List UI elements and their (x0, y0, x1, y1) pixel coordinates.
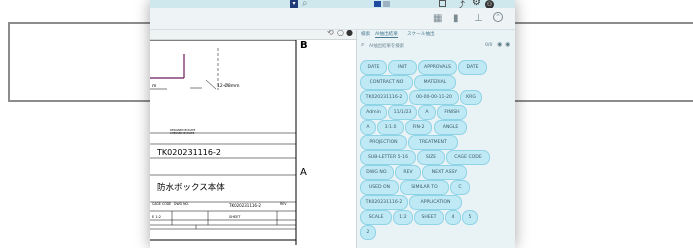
checked-by-label: CHECKED BY/DATE (170, 132, 195, 135)
extracted-chip[interactable]: REV (395, 165, 421, 180)
extracted-chip[interactable]: A (360, 120, 376, 135)
extracted-chip[interactable]: 11/1/23 (388, 105, 417, 120)
extracted-chip[interactable]: SUB-LETTER 5-16 (360, 150, 416, 165)
extracted-chip[interactable]: USED ON (360, 180, 399, 195)
extracted-chip[interactable]: A (418, 105, 436, 120)
drawing-sheet (150, 40, 297, 245)
extracted-chip[interactable]: SIMILAR TO (400, 180, 449, 195)
search-bar: ⌕ AI抽出結果を検索 0/0 ◉ ◉ (361, 41, 511, 51)
extracted-chip[interactable]: APPROVALS (418, 60, 457, 75)
secondary-toolbar: ▦ ▮ ⊥ ⌃ (150, 8, 515, 30)
extracted-chip[interactable]: NEXT ASSY (422, 165, 467, 180)
trash-icon[interactable]: ▮ (453, 13, 459, 25)
view-toggle-inactive[interactable] (383, 1, 390, 7)
result-count: 0/0 (485, 43, 493, 48)
viewer-header: ⟲ ○ ● (150, 30, 356, 40)
extracted-chip[interactable]: SIZE (417, 150, 445, 165)
view-toggle-active[interactable] (374, 1, 381, 7)
extracted-chip[interactable]: 00-00-00-11-20 (409, 90, 459, 105)
extracted-chip-list: DATE INIT APPROVALS DATE CONTRACT NO MATERIAL… (357, 56, 515, 248)
part-number-text: TK020231116-2 (157, 148, 221, 157)
scale-value: E 1:2 (152, 215, 161, 219)
record-icon[interactable]: ● (346, 30, 353, 37)
extracted-chip[interactable]: Admin (360, 105, 387, 120)
extracted-chip[interactable]: 3:1.0 (377, 120, 404, 135)
drawing-viewer[interactable]: ⟲ ○ ● B A m 12-Ø8mm DESIGNED BY/DATE CHE… (150, 30, 357, 248)
extracted-chip[interactable]: TK020231116-2 (360, 90, 408, 105)
search-icon: ⌕ (361, 41, 365, 48)
dimension-right: 12-Ø8mm (217, 84, 240, 89)
extracted-chip[interactable]: PROJECTION (360, 135, 407, 150)
extracted-chip[interactable]: 4 (445, 210, 461, 225)
dropdown-arrow-button[interactable]: ▾ (290, 0, 298, 8)
zone-label-a: A (300, 167, 307, 178)
refresh-icon[interactable]: ○ (337, 30, 344, 37)
extracted-chip[interactable]: APPLICATION (409, 195, 462, 210)
extracted-chip[interactable]: C (450, 180, 470, 195)
extracted-chip[interactable]: CAGE CODE (446, 150, 490, 165)
tab-scale-extract[interactable]: スケール抽出 (407, 31, 435, 37)
tab-search[interactable]: 検索 (361, 31, 370, 37)
grid-icon[interactable]: ▦ (433, 13, 442, 25)
extracted-chip[interactable]: INIT (388, 60, 417, 75)
extracted-chip[interactable]: 1:2 (393, 210, 413, 225)
extracted-chip[interactable]: SCALE (360, 210, 392, 225)
extracted-chip[interactable]: DWG NO. (360, 165, 394, 180)
drawing-title-text: 防水ボックス本体 (157, 183, 225, 193)
app-window: ▾ ⌕ ⤴ ⚙ ⚇ ▦ ▮ ⊥ ⌃ ⟲ ○ ● B A m 12-Ø8mm DE… (150, 0, 515, 248)
search-input[interactable]: AI抽出結果を検索 (369, 43, 404, 49)
dwg-no-value: TK020231116-2 (229, 203, 261, 208)
prev-result-icon[interactable]: ◉ (497, 41, 502, 48)
extracted-chip[interactable]: DATE (458, 60, 487, 75)
cage-code-label: CAGE CODE (152, 202, 172, 206)
sheet-label: SHEET (229, 215, 241, 219)
extracted-chip[interactable]: CONTRACT NO (360, 75, 413, 90)
settings-icon[interactable]: ⌃ (493, 12, 503, 22)
box-icon[interactable] (439, 0, 446, 7)
dimension-left: m (152, 84, 157, 89)
extracted-chip[interactable]: KRG (460, 90, 482, 105)
zone-label-b: B (300, 40, 308, 51)
extracted-chip[interactable]: FINISH (437, 105, 467, 120)
extracted-chip[interactable]: TREATMENT (408, 135, 458, 150)
top-toolbar: ▾ ⌕ ⤴ ⚙ ⚇ (150, 0, 515, 11)
gear-icon[interactable]: ⚙ (472, 0, 481, 8)
tab-ai-results[interactable]: AI抽出結果 (375, 31, 398, 38)
extracted-chip[interactable]: ANGLE (434, 120, 467, 135)
extracted-chip[interactable]: DATE (360, 60, 387, 75)
extracted-chip[interactable]: FIN-2 (405, 120, 432, 135)
extracted-chip[interactable]: SHEET (414, 210, 444, 225)
extracted-chip[interactable]: 2 (360, 225, 376, 240)
extracted-chip[interactable]: MATERIAL (414, 75, 456, 90)
extracted-chip[interactable]: TK020231116-2 (360, 195, 408, 210)
download-icon[interactable]: ⊥ (474, 13, 483, 25)
rotate-icon[interactable]: ⟲ (327, 30, 334, 37)
ai-extraction-panel: 検索 AI抽出結果 スケール抽出 ⌕ AI抽出結果を検索 0/0 ◉ ◉ DAT… (357, 30, 515, 248)
rev-label: REV (280, 202, 287, 206)
extracted-chip[interactable]: 5 (462, 210, 478, 225)
dwg-no-label: DWG NO. (174, 202, 189, 206)
next-result-icon[interactable]: ◉ (505, 41, 510, 48)
